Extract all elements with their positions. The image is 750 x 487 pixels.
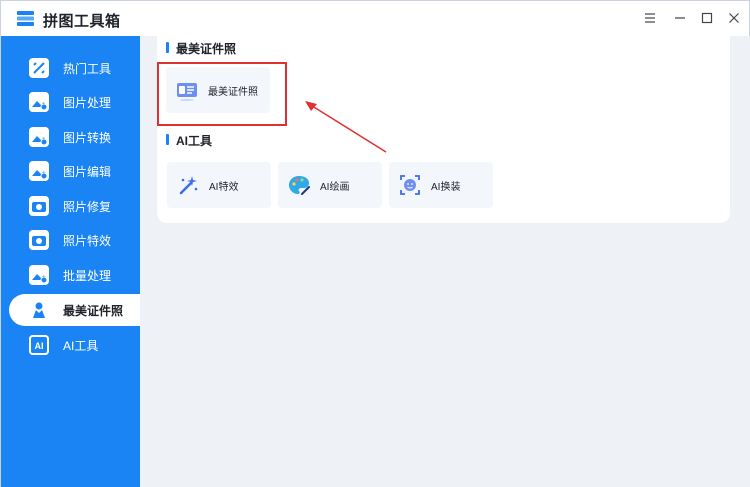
minimize-icon bbox=[675, 17, 685, 19]
annotation-arrow-icon bbox=[305, 101, 387, 153]
card-ai-effect[interactable]: AI特效 bbox=[167, 162, 271, 208]
card-label: AI特效 bbox=[209, 182, 239, 193]
sidebar-item-photo-repair[interactable]: 照片修复 bbox=[9, 190, 140, 222]
sidebar-item-label: 最美证件照 bbox=[63, 304, 124, 318]
batch-process-icon bbox=[29, 265, 49, 285]
palette-icon bbox=[289, 176, 310, 195]
sidebar-item-image-edit[interactable]: 图片编辑 bbox=[9, 155, 140, 187]
sidebar-item-label: 热门工具 bbox=[63, 62, 112, 76]
maximize-button[interactable] bbox=[698, 9, 716, 27]
image-process-icon bbox=[29, 92, 49, 112]
face-swap-icon bbox=[400, 175, 420, 195]
close-icon bbox=[729, 13, 739, 23]
sidebar-item-photo-effect[interactable]: 照片特效 bbox=[9, 224, 140, 256]
card-label: AI换装 bbox=[431, 182, 461, 193]
sidebar-item-label: 照片修复 bbox=[63, 200, 112, 214]
sidebar-item-batch-process[interactable]: 批量处理 bbox=[9, 259, 140, 291]
app-title: 拼图工具箱 bbox=[43, 13, 121, 30]
app-window: 拼图工具箱 热门工具 图片处理 图片转换 图片编辑 照片修复 照片特效 批量处理… bbox=[0, 0, 750, 487]
image-convert-icon bbox=[29, 127, 49, 147]
photo-repair-icon bbox=[29, 196, 49, 216]
app-logo-icon bbox=[17, 11, 34, 26]
section-title-ai-tools: AI工具 bbox=[166, 132, 212, 149]
close-button[interactable] bbox=[725, 9, 743, 27]
menu-button[interactable] bbox=[641, 9, 659, 27]
sidebar-item-label: 图片编辑 bbox=[63, 165, 112, 179]
sidebar-item-ai-tools[interactable]: AI AI工具 bbox=[9, 329, 140, 361]
svg-text:AI: AI bbox=[35, 341, 44, 351]
minimize-button[interactable] bbox=[671, 9, 689, 27]
hot-tools-icon bbox=[29, 58, 49, 78]
sidebar-item-label: 图片转换 bbox=[63, 131, 112, 145]
card-ai-painting[interactable]: AI绘画 bbox=[278, 162, 382, 208]
magic-wand-icon bbox=[179, 176, 198, 195]
id-photo-icon bbox=[33, 302, 45, 318]
section-title-id-photo: 最美证件照 bbox=[166, 40, 236, 57]
annotation-highlight-box bbox=[157, 62, 287, 126]
sidebar-item-id-photo[interactable]: 最美证件照 bbox=[9, 294, 140, 326]
ai-tools-icon: AI bbox=[29, 335, 49, 355]
sidebar-item-image-process[interactable]: 图片处理 bbox=[9, 86, 140, 118]
sidebar-item-label: 图片处理 bbox=[63, 96, 112, 110]
maximize-icon bbox=[701, 12, 713, 24]
photo-effect-icon bbox=[29, 230, 49, 250]
sidebar-item-label: 批量处理 bbox=[63, 269, 112, 283]
card-ai-outfit[interactable]: AI换装 bbox=[389, 162, 493, 208]
sidebar-item-label: AI工具 bbox=[63, 339, 99, 353]
sidebar-item-label: 照片特效 bbox=[63, 234, 112, 248]
sidebar-item-hot-tools[interactable]: 热门工具 bbox=[9, 52, 140, 84]
menu-icon bbox=[645, 13, 655, 23]
image-edit-icon bbox=[29, 161, 49, 181]
card-label: AI绘画 bbox=[320, 182, 350, 193]
sidebar: 热门工具 图片处理 图片转换 图片编辑 照片修复 照片特效 批量处理 最美证件照… bbox=[1, 36, 140, 487]
sidebar-item-image-convert[interactable]: 图片转换 bbox=[9, 121, 140, 153]
title-bar: 拼图工具箱 bbox=[1, 1, 749, 36]
